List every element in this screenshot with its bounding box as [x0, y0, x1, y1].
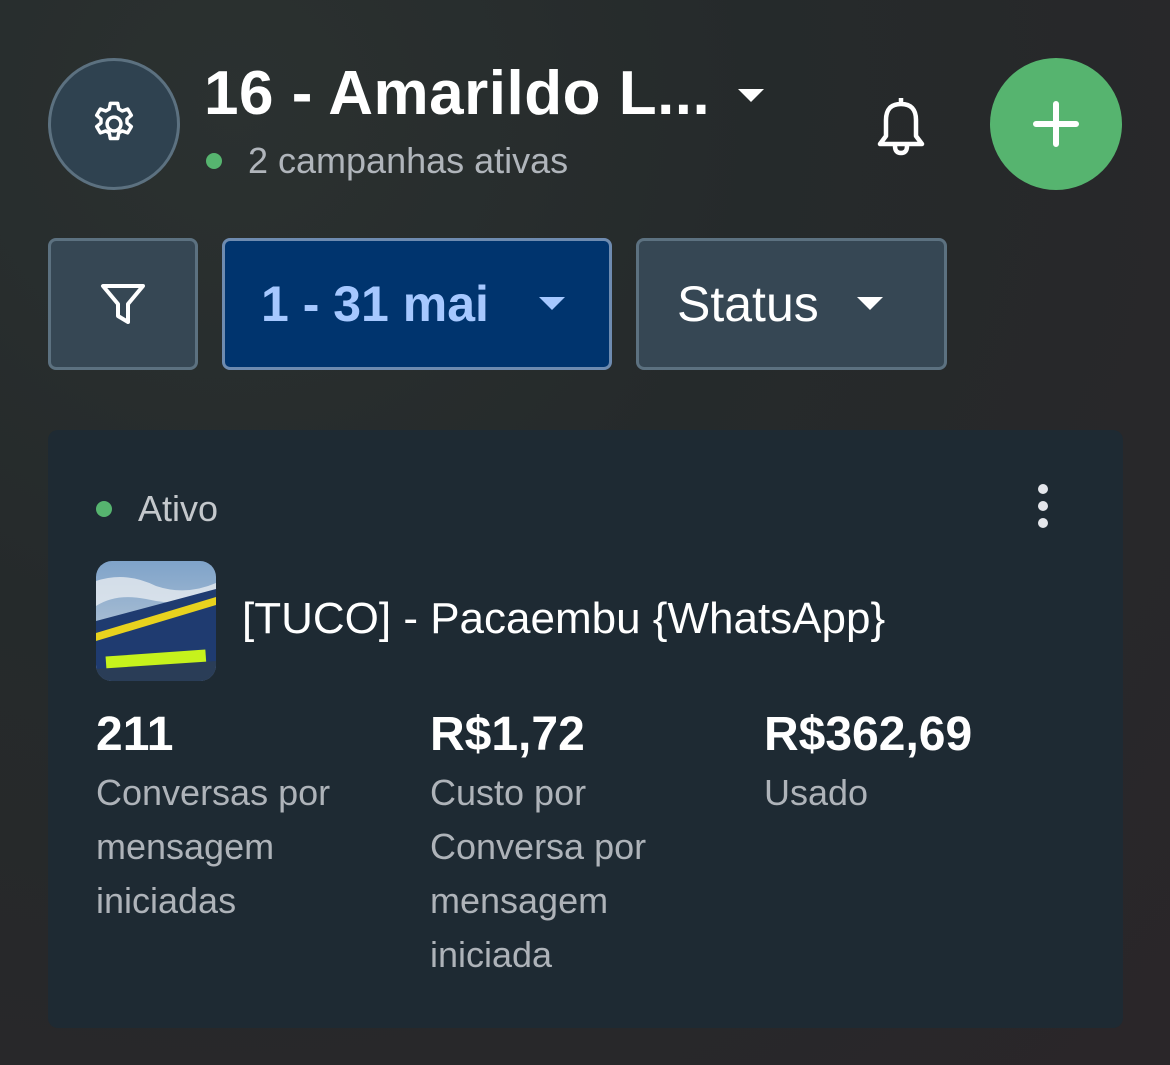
status-filter-label: Status	[677, 276, 819, 332]
metric-label: Custo por Conversa por mensagem iniciada	[430, 772, 647, 975]
more-vertical-icon	[1038, 484, 1048, 494]
more-options-button[interactable]	[1028, 484, 1058, 528]
filter-icon	[101, 284, 145, 324]
more-vertical-icon-dot	[1038, 518, 1048, 528]
active-campaigns-count: 2 campanhas ativas	[248, 140, 569, 181]
date-range-selector[interactable]: 1 - 31 mai	[222, 238, 612, 370]
active-campaigns-info: 2 campanhas ativas	[204, 140, 568, 182]
metric-amount-spent: R$362,69 Usado	[764, 706, 1064, 820]
date-range-label: 1 - 31 mai	[261, 276, 489, 332]
metric-value: 211	[96, 708, 174, 761]
gear-icon	[94, 101, 134, 141]
chevron-down-icon	[538, 297, 565, 310]
filter-button[interactable]	[48, 238, 198, 370]
plus-icon	[1033, 101, 1079, 147]
status-dot	[96, 501, 112, 517]
account-selector[interactable]: 16 - Amarildo L...	[204, 58, 766, 129]
active-status-dot	[206, 153, 222, 169]
campaign-name[interactable]: [TUCO] - Pacaembu {WhatsApp}	[242, 594, 885, 644]
add-campaign-button[interactable]	[990, 58, 1122, 190]
bell-icon	[877, 98, 925, 156]
campaign-status: Ativo	[96, 488, 218, 530]
settings-button[interactable]	[48, 58, 180, 190]
chevron-down-icon	[738, 88, 765, 102]
metric-label: Usado	[764, 772, 869, 813]
metric-label: Conversas por mensagem iniciadas	[96, 772, 331, 921]
notifications-button[interactable]	[866, 90, 936, 160]
status-filter-dropdown[interactable]: Status	[636, 238, 947, 370]
more-vertical-icon-dot	[1038, 501, 1048, 511]
metric-value: R$1,72	[430, 708, 585, 761]
campaign-status-text: Ativo	[138, 488, 219, 529]
metric-cost-per-conversation: R$1,72 Custo por Conversa por mensagem i…	[430, 706, 730, 982]
chevron-down-icon	[856, 297, 883, 310]
metric-value: R$362,69	[764, 708, 973, 761]
metric-conversations: 211 Conversas por mensagem iniciadas	[96, 706, 396, 928]
page-title: 16 - Amarildo L...	[204, 59, 711, 128]
campaign-thumbnail	[96, 561, 216, 681]
campaign-card[interactable]: Ativo [TUCO] - Pacaembu {WhatsApp} 211 C…	[48, 430, 1123, 1028]
